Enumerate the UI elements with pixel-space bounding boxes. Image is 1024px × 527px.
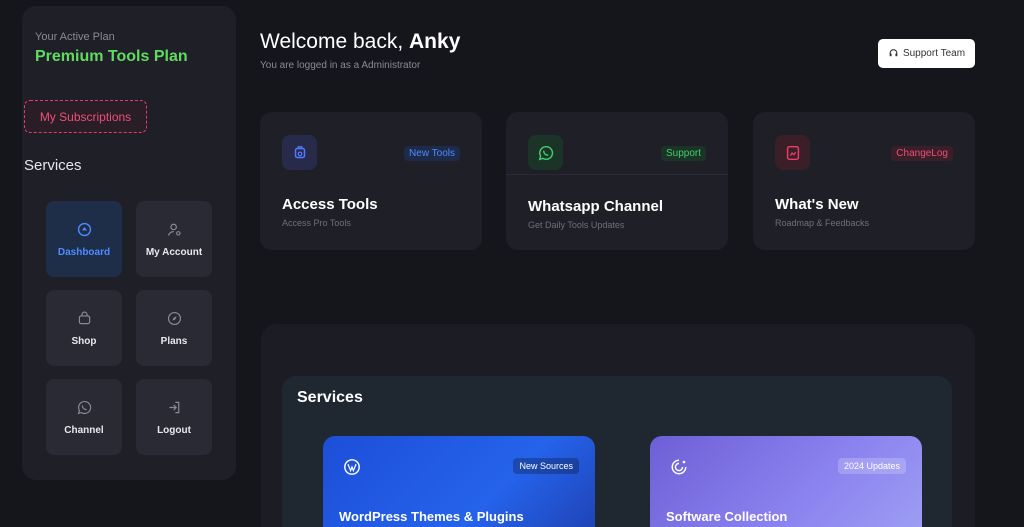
user-settings-icon — [167, 223, 181, 236]
card-subtitle: Get Daily Tools Updates — [528, 220, 625, 230]
my-subscriptions-button[interactable]: My Subscriptions — [24, 100, 147, 133]
badge-2024-updates: 2024 Updates — [837, 458, 906, 474]
card-subtitle: Access Pro Tools — [282, 218, 351, 228]
tools-icon — [282, 135, 317, 170]
card-subtitle: Roadmap & Feedbacks — [775, 218, 870, 228]
badge-new-tools: New Tools — [404, 146, 460, 161]
changelog-icon — [775, 135, 810, 170]
sidebar-item-label: Plans — [160, 335, 188, 347]
card-whats-new[interactable]: ChangeLog What's New Roadmap & Feedbacks — [753, 112, 975, 250]
card-title: Whatsapp Channel — [528, 198, 664, 215]
sidebar-item-label: Channel — [64, 424, 104, 436]
sidebar-item-shop[interactable]: Shop — [46, 290, 122, 366]
services-heading: Services — [297, 389, 363, 406]
welcome-heading: Welcome back, Anky — [260, 30, 460, 54]
logout-icon — [168, 401, 179, 413]
headset-icon — [889, 49, 898, 57]
sidebar-item-label: Shop — [71, 335, 97, 347]
badge-support: Support — [660, 146, 706, 161]
user-name: Anky — [409, 30, 461, 53]
dashboard-icon — [77, 222, 91, 236]
support-team-label: Support Team — [902, 48, 966, 59]
card-whatsapp-channel[interactable]: Support Whatsapp Channel Get Daily Tools… — [506, 112, 728, 250]
sidebar-item-logout[interactable]: Logout — [136, 379, 212, 455]
sidebar-item-dashboard[interactable]: Dashboard — [46, 201, 122, 277]
badge-changelog: ChangeLog — [891, 146, 953, 161]
sidebar-item-my-account[interactable]: My Account — [136, 201, 212, 277]
active-plan-name: Premium Tools Plan — [35, 48, 188, 65]
service-card-wordpress[interactable]: New Sources WordPress Themes & Plugins — [323, 436, 595, 527]
whatsapp-icon — [77, 400, 91, 414]
badge-new-sources: New Sources — [513, 458, 579, 474]
compass-icon — [167, 311, 181, 325]
shopping-bag-icon — [78, 311, 90, 324]
support-team-button[interactable]: Support Team — [878, 39, 975, 68]
software-icon — [671, 459, 687, 475]
sidebar-services-title: Services — [24, 157, 82, 174]
card-access-tools[interactable]: New Tools Access Tools Access Pro Tools — [260, 112, 482, 250]
service-card-software[interactable]: 2024 Updates Software Collection — [650, 436, 922, 527]
sidebar-item-label: Logout — [157, 424, 191, 436]
welcome-prefix: Welcome back, — [260, 30, 404, 53]
whatsapp-icon — [528, 135, 563, 170]
wordpress-icon — [344, 459, 360, 475]
sidebar-item-label: Dashboard — [57, 246, 111, 258]
sidebar-item-label: My Account — [145, 246, 203, 258]
service-card-title: WordPress Themes & Plugins — [339, 509, 524, 524]
card-divider — [506, 174, 728, 175]
card-title: Access Tools — [282, 196, 378, 213]
service-card-title: Software Collection — [666, 509, 788, 524]
sidebar-item-channel[interactable]: Channel — [46, 379, 122, 455]
logged-in-text: You are logged in as a Administrator — [260, 60, 421, 71]
sidebar-item-plans[interactable]: Plans — [136, 290, 212, 366]
card-title: What's New — [775, 196, 859, 213]
active-plan-label: Your Active Plan — [35, 31, 115, 43]
